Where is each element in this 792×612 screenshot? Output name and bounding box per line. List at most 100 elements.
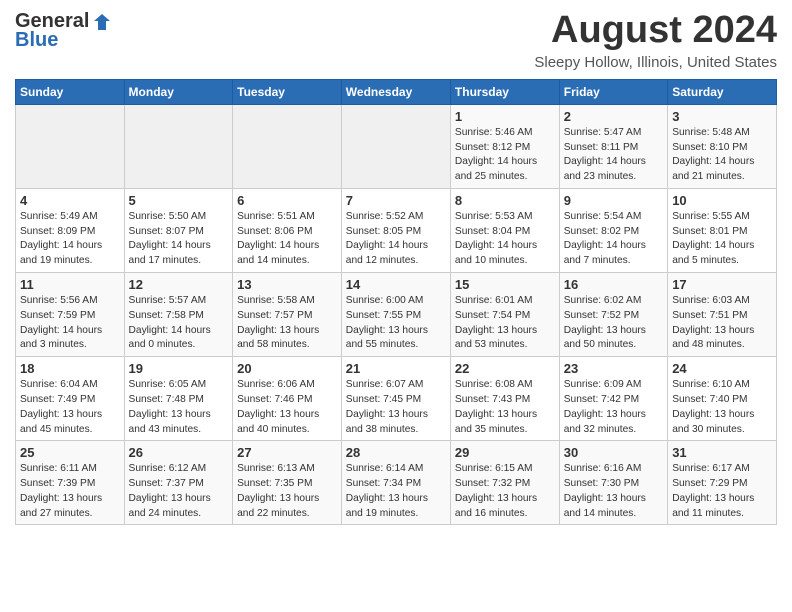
day-detail: Sunrise: 5:58 AMSunset: 7:57 PMDaylight:… [237,294,337,353]
calendar-cell: 29 Sunrise: 6:15 AMSunset: 7:32 PMDayligh… [450,441,559,525]
calendar-cell [233,104,342,188]
day-detail: Sunrise: 6:00 AMSunset: 7:55 PMDaylight:… [346,294,446,353]
day-number: 3 [672,109,772,124]
day-number: 11 [20,277,120,292]
calendar-cell: 7 Sunrise: 5:52 AMSunset: 8:05 PMDaylight… [341,188,450,272]
day-detail: Sunrise: 6:09 AMSunset: 7:42 PMDaylight:… [564,378,663,437]
day-detail: Sunrise: 5:48 AMSunset: 8:10 PMDaylight:… [672,126,772,185]
day-detail: Sunrise: 6:14 AMSunset: 7:34 PMDaylight:… [346,462,446,521]
day-number: 13 [237,277,337,292]
day-number: 6 [237,193,337,208]
day-detail: Sunrise: 6:01 AMSunset: 7:54 PMDaylight:… [455,294,555,353]
day-detail: Sunrise: 6:10 AMSunset: 7:40 PMDaylight:… [672,378,772,437]
day-detail: Sunrise: 6:02 AMSunset: 7:52 PMDaylight:… [564,294,663,353]
day-header-thursday: Thursday [450,79,559,104]
calendar-cell: 2Sunrise: 5:47 AMSunset: 8:11 PMDaylight… [559,104,667,188]
day-detail: Sunrise: 6:17 AMSunset: 7:29 PMDaylight:… [672,462,772,521]
calendar-cell [341,104,450,188]
calendar-header-row: SundayMondayTuesdayWednesdayThursdayFrid… [16,79,777,104]
day-number: 8 [455,193,555,208]
day-detail: Sunrise: 5:47 AMSunset: 8:11 PMDaylight:… [564,126,663,185]
calendar-cell: 10Sunrise: 5:55 AMSunset: 8:01 PMDayligh… [668,188,777,272]
day-detail: Sunrise: 6:12 AMSunset: 7:37 PMDaylight:… [129,462,229,521]
day-number: 25 [20,445,120,460]
day-header-wednesday: Wednesday [341,79,450,104]
day-detail: Sunrise: 6:04 AMSunset: 7:49 PMDaylight:… [20,378,120,437]
calendar-week-5: 25 Sunrise: 6:11 AMSunset: 7:39 PMDayligh… [16,441,777,525]
calendar-week-4: 18 Sunrise: 6:04 AMSunset: 7:49 PMDayligh… [16,357,777,441]
day-detail: Sunrise: 6:08 AMSunset: 7:43 PMDaylight:… [455,378,555,437]
calendar-cell: 4Sunrise: 5:49 AMSunset: 8:09 PMDaylight… [16,188,125,272]
day-detail: Sunrise: 5:56 AMSunset: 7:59 PMDaylight:… [20,294,120,353]
day-detail: Sunrise: 5:52 AMSunset: 8:05 PMDaylight:… [346,210,446,269]
calendar-cell: 19 Sunrise: 6:05 AMSunset: 7:48 PMDayligh… [124,357,233,441]
calendar-cell: 22Sunrise: 6:08 AMSunset: 7:43 PMDayligh… [450,357,559,441]
day-detail: Sunrise: 5:53 AMSunset: 8:04 PMDaylight:… [455,210,555,269]
day-detail: Sunrise: 5:49 AMSunset: 8:09 PMDaylight:… [20,210,120,269]
day-number: 1 [455,109,555,124]
calendar-week-2: 4Sunrise: 5:49 AMSunset: 8:09 PMDaylight… [16,188,777,272]
calendar-cell: 13 Sunrise: 5:58 AMSunset: 7:57 PMDayligh… [233,273,342,357]
day-number: 29 [455,445,555,460]
calendar-cell: 20 Sunrise: 6:06 AMSunset: 7:46 PMDayligh… [233,357,342,441]
calendar-cell: 3 Sunrise: 5:48 AMSunset: 8:10 PMDaylight… [668,104,777,188]
day-header-tuesday: Tuesday [233,79,342,104]
day-number: 27 [237,445,337,460]
calendar-cell: 26Sunrise: 6:12 AMSunset: 7:37 PMDayligh… [124,441,233,525]
day-detail: Sunrise: 5:51 AMSunset: 8:06 PMDaylight:… [237,210,337,269]
calendar-cell: 11 Sunrise: 5:56 AMSunset: 7:59 PMDayligh… [16,273,125,357]
day-number: 16 [564,277,663,292]
day-number: 18 [20,361,120,376]
day-number: 23 [564,361,663,376]
calendar-cell: 27 Sunrise: 6:13 AMSunset: 7:35 PMDayligh… [233,441,342,525]
day-detail: Sunrise: 5:46 AMSunset: 8:12 PMDaylight:… [455,126,555,185]
calendar-cell: 14 Sunrise: 6:00 AMSunset: 7:55 PMDayligh… [341,273,450,357]
day-header-monday: Monday [124,79,233,104]
day-number: 31 [672,445,772,460]
day-detail: Sunrise: 6:15 AMSunset: 7:32 PMDaylight:… [455,462,555,521]
month-year: August 2024 [534,10,777,52]
day-detail: Sunrise: 6:16 AMSunset: 7:30 PMDaylight:… [564,462,663,521]
day-number: 15 [455,277,555,292]
calendar-cell: 23 Sunrise: 6:09 AMSunset: 7:42 PMDayligh… [559,357,667,441]
logo: General Blue [15,10,113,52]
location: Sleepy Hollow, Illinois, United States [534,54,777,71]
calendar-cell: 5Sunrise: 5:50 AMSunset: 8:07 PMDaylight… [124,188,233,272]
day-number: 9 [564,193,663,208]
calendar-cell [16,104,125,188]
day-detail: Sunrise: 6:13 AMSunset: 7:35 PMDaylight:… [237,462,337,521]
calendar-cell: 24 Sunrise: 6:10 AMSunset: 7:40 PMDayligh… [668,357,777,441]
calendar-cell: 6 Sunrise: 5:51 AMSunset: 8:06 PMDaylight… [233,188,342,272]
day-number: 28 [346,445,446,460]
logo-icon [91,11,113,33]
day-header-saturday: Saturday [668,79,777,104]
calendar-cell: 25 Sunrise: 6:11 AMSunset: 7:39 PMDayligh… [16,441,125,525]
day-number: 10 [672,193,772,208]
day-number: 24 [672,361,772,376]
calendar-cell: 12Sunrise: 5:57 AMSunset: 7:58 PMDayligh… [124,273,233,357]
calendar-week-3: 11 Sunrise: 5:56 AMSunset: 7:59 PMDayligh… [16,273,777,357]
day-number: 21 [346,361,446,376]
day-number: 20 [237,361,337,376]
calendar-cell: 17 Sunrise: 6:03 AMSunset: 7:51 PMDayligh… [668,273,777,357]
calendar-cell [124,104,233,188]
day-detail: Sunrise: 5:57 AMSunset: 7:58 PMDaylight:… [129,294,229,353]
day-number: 7 [346,193,446,208]
day-detail: Sunrise: 6:05 AMSunset: 7:48 PMDaylight:… [129,378,229,437]
title-area: August 2024 Sleepy Hollow, Illinois, Uni… [534,10,777,71]
day-detail: Sunrise: 6:03 AMSunset: 7:51 PMDaylight:… [672,294,772,353]
calendar-cell: 15 Sunrise: 6:01 AMSunset: 7:54 PMDayligh… [450,273,559,357]
day-detail: Sunrise: 6:06 AMSunset: 7:46 PMDaylight:… [237,378,337,437]
calendar-week-1: 1 Sunrise: 5:46 AMSunset: 8:12 PMDaylight… [16,104,777,188]
day-number: 19 [129,361,229,376]
day-detail: Sunrise: 6:11 AMSunset: 7:39 PMDaylight:… [20,462,120,521]
day-number: 17 [672,277,772,292]
day-detail: Sunrise: 5:54 AMSunset: 8:02 PMDaylight:… [564,210,663,269]
calendar-cell: 1 Sunrise: 5:46 AMSunset: 8:12 PMDaylight… [450,104,559,188]
calendar: SundayMondayTuesdayWednesdayThursdayFrid… [15,79,777,526]
day-number: 14 [346,277,446,292]
calendar-cell: 8 Sunrise: 5:53 AMSunset: 8:04 PMDaylight… [450,188,559,272]
calendar-cell: 21 Sunrise: 6:07 AMSunset: 7:45 PMDayligh… [341,357,450,441]
day-number: 30 [564,445,663,460]
day-detail: Sunrise: 6:07 AMSunset: 7:45 PMDaylight:… [346,378,446,437]
